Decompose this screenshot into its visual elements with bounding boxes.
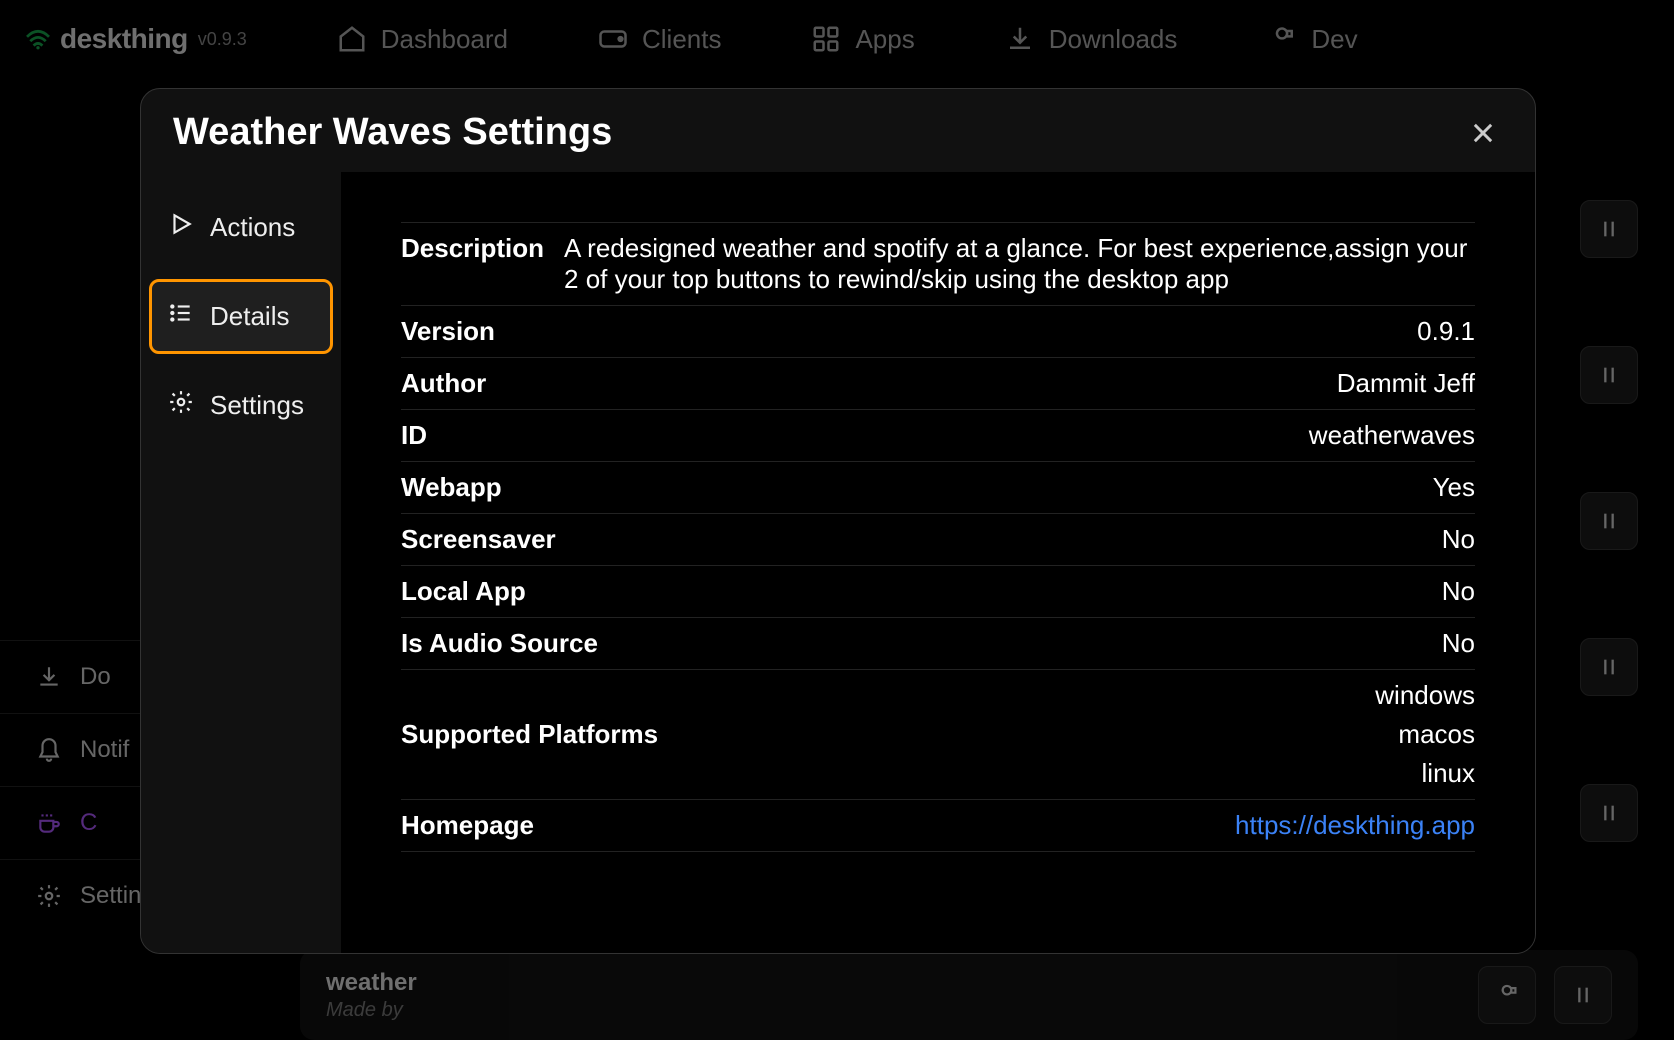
app-card-actions-col [1580,200,1638,842]
detail-row-homepage: Homepage https://deskthing.app [401,800,1475,852]
app-card-weather[interactable]: weather Made by [300,950,1638,1040]
nav-dev-label: Dev [1311,24,1357,55]
detail-value: Dammit Jeff [1337,368,1475,399]
detail-label: Homepage [401,810,534,841]
detail-row-screensaver: Screensaver No [401,514,1475,566]
pause-button[interactable] [1580,784,1638,842]
platform-item: macos [1398,719,1475,750]
pause-button[interactable] [1580,200,1638,258]
brand-version: v0.9.3 [198,29,247,50]
tab-details-label: Details [210,301,289,332]
detail-value: A redesigned weather and spotify at a gl… [564,233,1475,295]
tab-settings-label: Settings [210,390,304,421]
nav-clients-label: Clients [642,24,721,55]
detail-label: Screensaver [401,524,556,555]
detail-label: Author [401,368,486,399]
nav-clients[interactable]: Clients [598,24,721,55]
list-icon [168,300,194,333]
tab-actions[interactable]: Actions [149,190,333,265]
detail-row-version: Version 0.9.1 [401,306,1475,358]
tab-actions-label: Actions [210,212,295,243]
detail-row-platforms: Supported Platforms windows macos linux [401,670,1475,800]
nav-apps[interactable]: Apps [811,24,914,55]
detail-label: Is Audio Source [401,628,598,659]
modal-title: Weather Waves Settings [173,111,612,154]
detail-value: No [1442,628,1475,659]
detail-row-audiosource: Is Audio Source No [401,618,1475,670]
nav-dev[interactable]: Dev [1267,24,1357,55]
modal-sidebar: Actions Details Settings [141,172,341,953]
detail-value: No [1442,576,1475,607]
homepage-link[interactable]: https://deskthing.app [1235,810,1475,841]
detail-row-description: Description A redesigned weather and spo… [401,222,1475,306]
platform-item: linux [1422,758,1475,789]
app-card-title: weather [326,969,417,997]
nav-items: Dashboard Clients Apps Downloads Dev [337,24,1358,55]
nav-apps-label: Apps [855,24,914,55]
play-icon [168,211,194,244]
pause-button[interactable] [1554,966,1612,1024]
tab-details[interactable]: Details [149,279,333,354]
gear-icon [168,389,194,422]
sidebar-coffee-label: C [80,809,97,837]
pause-button[interactable] [1580,346,1638,404]
detail-label: Webapp [401,472,502,503]
detail-label: Supported Platforms [401,719,658,750]
brand: deskthing v0.9.3 [24,23,247,55]
close-button[interactable] [1463,113,1503,153]
detail-label: ID [401,420,427,451]
wrench-button[interactable] [1478,966,1536,1024]
detail-label: Version [401,316,495,347]
detail-value: Yes [1433,472,1475,503]
modal-header: Weather Waves Settings [141,89,1535,172]
tab-settings[interactable]: Settings [149,368,333,443]
detail-row-webapp: Webapp Yes [401,462,1475,514]
pause-button[interactable] [1580,638,1638,696]
app-card-subtitle: Made by [326,999,417,1022]
nav-dashboard-label: Dashboard [381,24,508,55]
detail-label: Local App [401,576,526,607]
detail-value: No [1442,524,1475,555]
wifi-icon [24,28,52,50]
detail-row-id: ID weatherwaves [401,410,1475,462]
modal-content: Description A redesigned weather and spo… [341,172,1535,953]
nav-downloads-label: Downloads [1049,24,1178,55]
detail-label: Description [401,233,544,264]
platform-item: windows [1375,680,1475,711]
brand-name: deskthing [60,23,188,55]
detail-value-platforms: windows macos linux [1375,680,1475,789]
nav-downloads[interactable]: Downloads [1005,24,1178,55]
detail-value: 0.9.1 [1417,316,1475,347]
detail-row-author: Author Dammit Jeff [401,358,1475,410]
detail-row-localapp: Local App No [401,566,1475,618]
top-nav: deskthing v0.9.3 Dashboard Clients Apps … [0,0,1674,78]
nav-dashboard[interactable]: Dashboard [337,24,508,55]
detail-value: weatherwaves [1309,420,1475,451]
sidebar-downloads-label: Do [80,663,111,691]
settings-modal: Weather Waves Settings Actions Details [140,88,1536,954]
sidebar-notifications-label: Notif [80,736,129,764]
pause-button[interactable] [1580,492,1638,550]
